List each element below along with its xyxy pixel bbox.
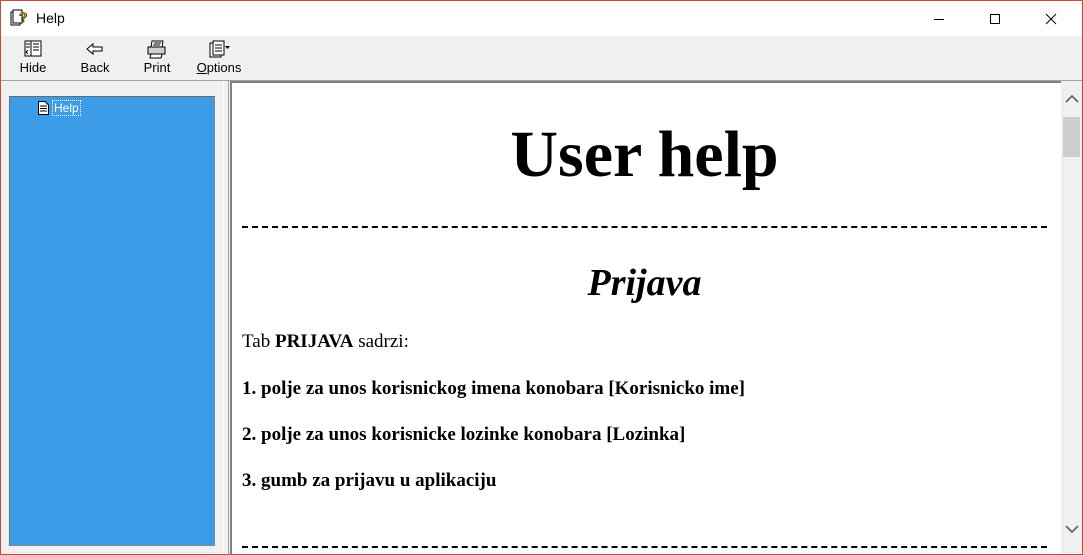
svg-text:?: ?: [19, 9, 28, 25]
help-window: ? Help Hide Back Print Options Help User…: [0, 0, 1083, 555]
back-arrow-icon: [83, 39, 107, 59]
print-label: Print: [143, 60, 171, 75]
maximize-button[interactable]: [972, 1, 1018, 36]
vertical-scrollbar[interactable]: [1061, 81, 1082, 554]
chevron-down-icon: [1064, 525, 1079, 534]
options-label: Options: [197, 60, 242, 75]
back-button[interactable]: Back: [73, 39, 117, 79]
list-item: 1. polje za unos korisnickog imena konob…: [242, 378, 745, 399]
intro-suffix: sadrzi:: [353, 331, 409, 352]
minimize-icon: [934, 18, 944, 20]
options-icon: [207, 39, 231, 59]
close-icon: [1045, 13, 1057, 24]
help-content-pane[interactable]: User help Prijava Tab PRIJAVA sadrzi: 1.…: [230, 81, 1061, 554]
window-title: Help: [36, 10, 65, 26]
hide-button[interactable]: Hide: [12, 39, 54, 79]
print-button[interactable]: Print: [136, 39, 178, 79]
scroll-down-button[interactable]: [1061, 519, 1082, 539]
document-title: User help: [510, 118, 779, 191]
dashed-divider: [242, 226, 1047, 228]
title-bar[interactable]: ? Help: [1, 1, 1082, 36]
minimize-button[interactable]: [916, 1, 962, 36]
options-button[interactable]: Options: [193, 39, 245, 79]
tree-item-help[interactable]: Help: [38, 100, 81, 116]
pane-splitter[interactable]: [223, 81, 229, 554]
scroll-up-button[interactable]: [1061, 89, 1082, 109]
options-label-mnemonic: O: [196, 60, 207, 75]
printer-icon: [145, 39, 169, 59]
contents-tree[interactable]: Help: [9, 96, 215, 546]
list-item: 2. polje za unos korisnicke lozinke kono…: [242, 424, 686, 445]
help-app-icon: ?: [10, 8, 30, 28]
section-title: Prijava: [587, 262, 702, 304]
hide-pane-icon: [21, 39, 45, 59]
maximize-icon: [990, 13, 1000, 24]
intro-bold: PRIJAVA: [274, 331, 354, 352]
hide-label: Hide: [19, 60, 47, 75]
intro-paragraph: Tab PRIJAVA sadrzi:: [242, 330, 409, 354]
intro-prefix: Tab: [242, 331, 275, 352]
scroll-thumb[interactable]: [1063, 117, 1080, 157]
back-label: Back: [80, 60, 110, 75]
toolbar: Hide Back Print Options: [1, 36, 1082, 81]
page-icon: [38, 101, 49, 115]
tree-item-label: Help: [52, 100, 81, 116]
chevron-up-icon: [1064, 94, 1079, 103]
options-label-rest: ptions: [206, 60, 242, 75]
list-item: 3. gumb za prijavu u aplikaciju: [242, 470, 497, 491]
dashed-divider: [242, 546, 1047, 548]
close-button[interactable]: [1028, 1, 1074, 36]
